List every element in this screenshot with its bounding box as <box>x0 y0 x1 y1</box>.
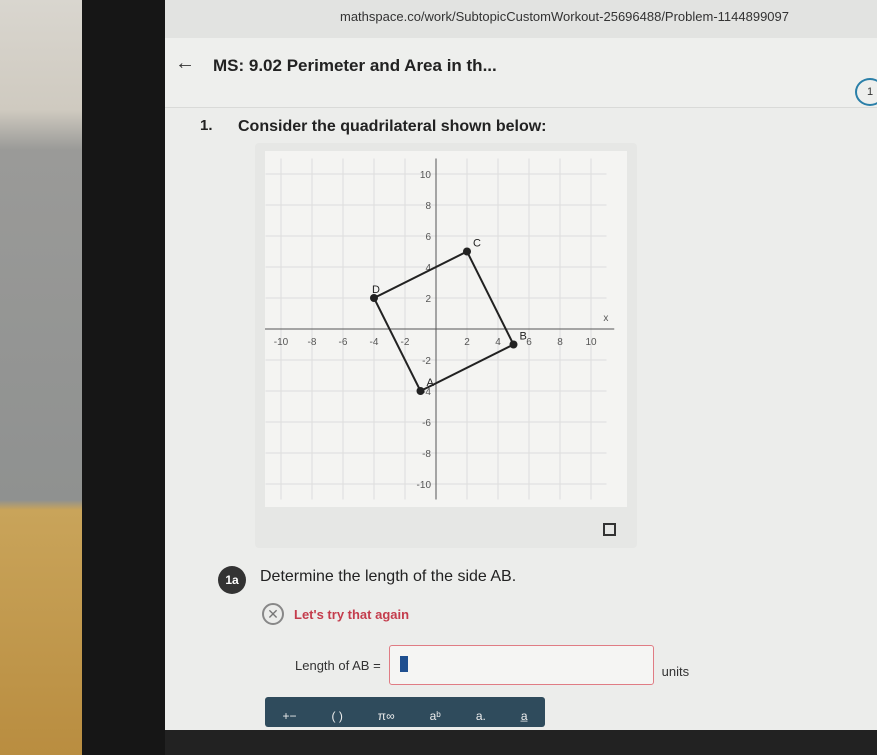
x-tick-label: 10 <box>585 337 597 348</box>
progress-indicator[interactable]: 1 <box>855 78 877 106</box>
key-constants[interactable]: π∞ <box>378 709 395 723</box>
point-label-D: D <box>372 284 380 296</box>
point-B <box>509 340 518 349</box>
point-label-C: C <box>473 238 481 250</box>
y-tick-label: -6 <box>422 418 431 429</box>
math-keyboard-toolbar: +− ( ) π∞ aᵇ a. a̲ <box>265 697 545 727</box>
browser-window: mathspace.co/work/SubtopicCustomWorkout-… <box>165 0 877 740</box>
feedback-text: Let's try that again <box>294 606 410 622</box>
background-wall <box>0 0 90 755</box>
x-circle-icon: ✕ <box>262 603 284 625</box>
question-number: 1. <box>200 117 213 134</box>
feedback-message: ✕ Let's try that again <box>262 603 409 625</box>
y-tick-label: -8 <box>422 449 431 460</box>
x-axis-label: x <box>603 313 608 324</box>
address-bar[interactable]: mathspace.co/work/SubtopicCustomWorkout-… <box>165 0 877 38</box>
text-cursor <box>399 656 408 672</box>
part-badge: 1a <box>218 566 246 594</box>
y-tick-label: 6 <box>425 232 431 243</box>
monitor-bezel <box>82 0 172 755</box>
monitor-bottom-bezel <box>165 730 877 755</box>
expand-graph-icon[interactable] <box>603 523 616 536</box>
y-tick-label: -10 <box>417 480 432 491</box>
x-tick-label: 8 <box>557 337 563 348</box>
url-text[interactable]: mathspace.co/work/SubtopicCustomWorkout-… <box>340 9 789 24</box>
answer-input[interactable] <box>388 645 654 685</box>
point-label-A: A <box>427 377 435 389</box>
answer-row: Length of AB = units <box>295 645 689 685</box>
x-tick-label: -2 <box>401 337 410 348</box>
x-tick-label: -10 <box>274 337 289 348</box>
key-fraction[interactable]: a̲ <box>521 709 528 723</box>
key-operators[interactable]: +− <box>282 709 296 723</box>
question-text: Consider the quadrilateral shown below: <box>238 118 547 135</box>
key-subscript[interactable]: a. <box>476 709 486 723</box>
y-tick-label: 2 <box>425 294 431 305</box>
key-exponent[interactable]: aᵇ <box>430 709 441 723</box>
part-question-text: Determine the length of the side AB. <box>260 568 517 585</box>
units-label: units <box>661 663 690 679</box>
coordinate-graph: -10 -8 -6 -4 -2 2 4 6 8 10108642-2-4-6-8-10xABCD <box>265 151 627 507</box>
point-C <box>463 247 471 256</box>
graph-card: -10 -8 -6 -4 -2 2 4 6 8 10 10 8 6 4 2 -2 -4 -6 -8 -10 x A B C D <box>255 143 637 548</box>
page-title: MS: 9.02 Perimeter and Area in th... <box>213 56 497 75</box>
x-tick-label: 6 <box>526 337 532 348</box>
x-tick-label: -8 <box>308 337 317 348</box>
x-tick-label: 2 <box>464 337 470 348</box>
x-tick-label: -4 <box>370 337 379 348</box>
x-tick-label: 4 <box>495 337 501 348</box>
point-label-B: B <box>520 331 527 343</box>
quadrilateral <box>372 250 515 393</box>
back-arrow-icon[interactable]: ← <box>175 52 195 75</box>
key-brackets[interactable]: ( ) <box>331 709 342 723</box>
y-tick-label: -2 <box>422 356 431 367</box>
y-tick-label: 8 <box>425 201 431 212</box>
answer-label: Length of AB = <box>295 657 381 673</box>
point-A <box>416 387 425 395</box>
x-tick-label: -6 <box>339 337 348 348</box>
y-tick-label: 10 <box>420 170 432 181</box>
